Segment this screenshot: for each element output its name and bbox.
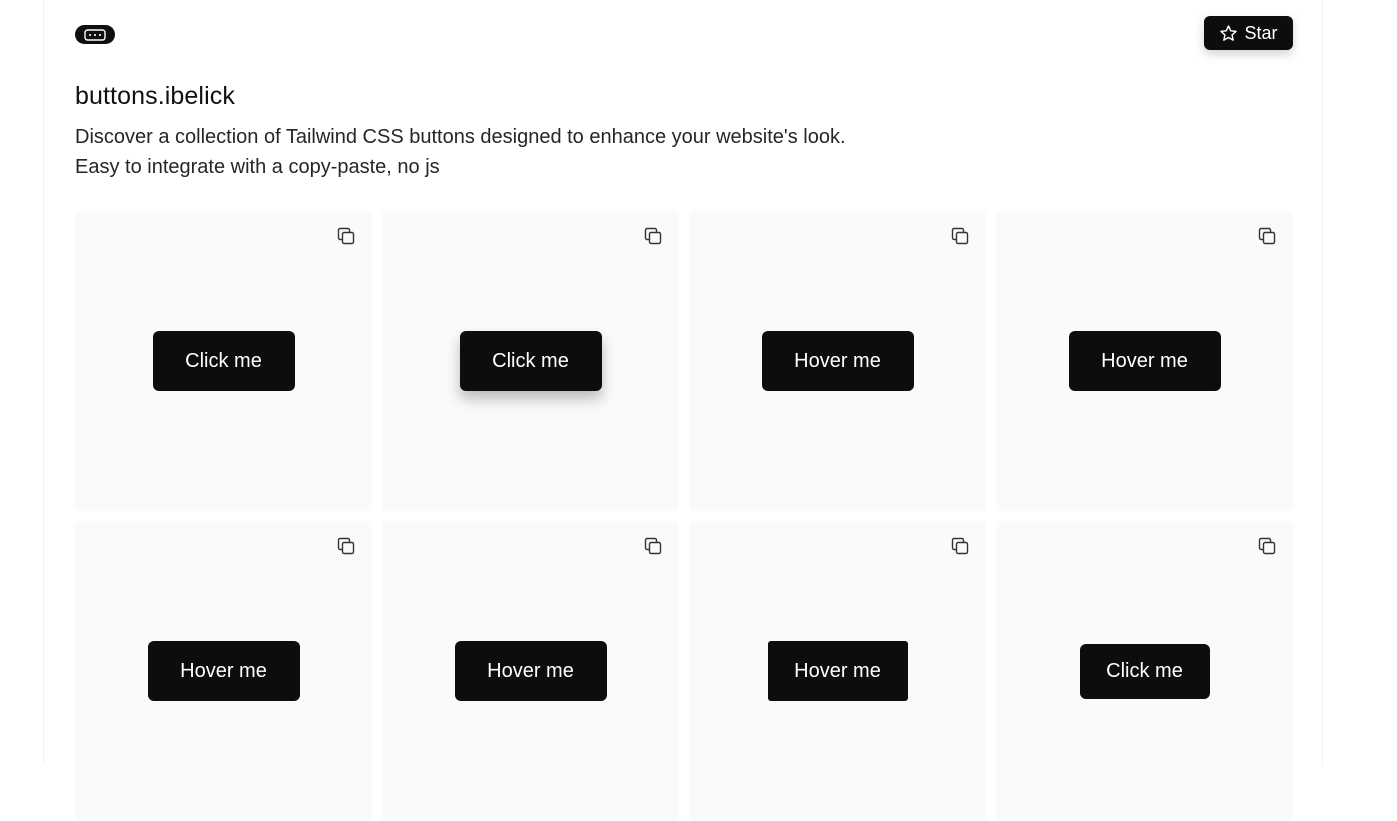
demo-button[interactable]: Click me bbox=[1079, 643, 1210, 699]
button-grid: Click me Click me Hover me Hover me Hove… bbox=[75, 211, 1293, 821]
demo-button[interactable]: Hover me bbox=[454, 641, 607, 701]
copy-icon[interactable] bbox=[1257, 226, 1277, 246]
demo-button[interactable]: Click me bbox=[152, 331, 295, 391]
copy-icon[interactable] bbox=[643, 226, 663, 246]
description-line-1: Discover a collection of Tailwind CSS bu… bbox=[75, 126, 846, 148]
copy-icon[interactable] bbox=[643, 536, 663, 556]
page-container: Star buttons.ibelick Discover a collecti… bbox=[43, 0, 1323, 821]
logo[interactable] bbox=[75, 25, 115, 44]
button-card: Click me bbox=[382, 211, 679, 511]
copy-icon[interactable] bbox=[950, 226, 970, 246]
demo-button[interactable]: Hover me bbox=[1068, 331, 1221, 391]
button-card: Click me bbox=[996, 521, 1293, 821]
copy-icon[interactable] bbox=[950, 536, 970, 556]
button-card: Click me bbox=[75, 211, 372, 511]
demo-button[interactable]: Hover me bbox=[147, 641, 300, 701]
button-card: Hover me bbox=[689, 211, 986, 511]
demo-button[interactable]: Hover me bbox=[761, 331, 914, 391]
keyboard-icon bbox=[84, 28, 106, 41]
button-card: Hover me bbox=[996, 211, 1293, 511]
description-line-2: Easy to integrate with a copy-paste, no … bbox=[75, 156, 440, 178]
copy-icon[interactable] bbox=[1257, 536, 1277, 556]
star-icon bbox=[1220, 24, 1238, 41]
copy-icon[interactable] bbox=[336, 226, 356, 246]
button-card: Hover me bbox=[382, 521, 679, 821]
button-card: Hover me bbox=[75, 521, 372, 821]
demo-button[interactable]: Click me bbox=[459, 331, 602, 391]
copy-icon[interactable] bbox=[336, 536, 356, 556]
demo-button[interactable]: Hover me bbox=[767, 641, 908, 701]
page-description: Discover a collection of Tailwind CSS bu… bbox=[75, 122, 975, 182]
star-button-label: Star bbox=[1244, 22, 1278, 43]
star-button[interactable]: Star bbox=[1204, 16, 1293, 50]
page-title: buttons.ibelick bbox=[75, 82, 235, 110]
button-card: Hover me bbox=[689, 521, 986, 821]
